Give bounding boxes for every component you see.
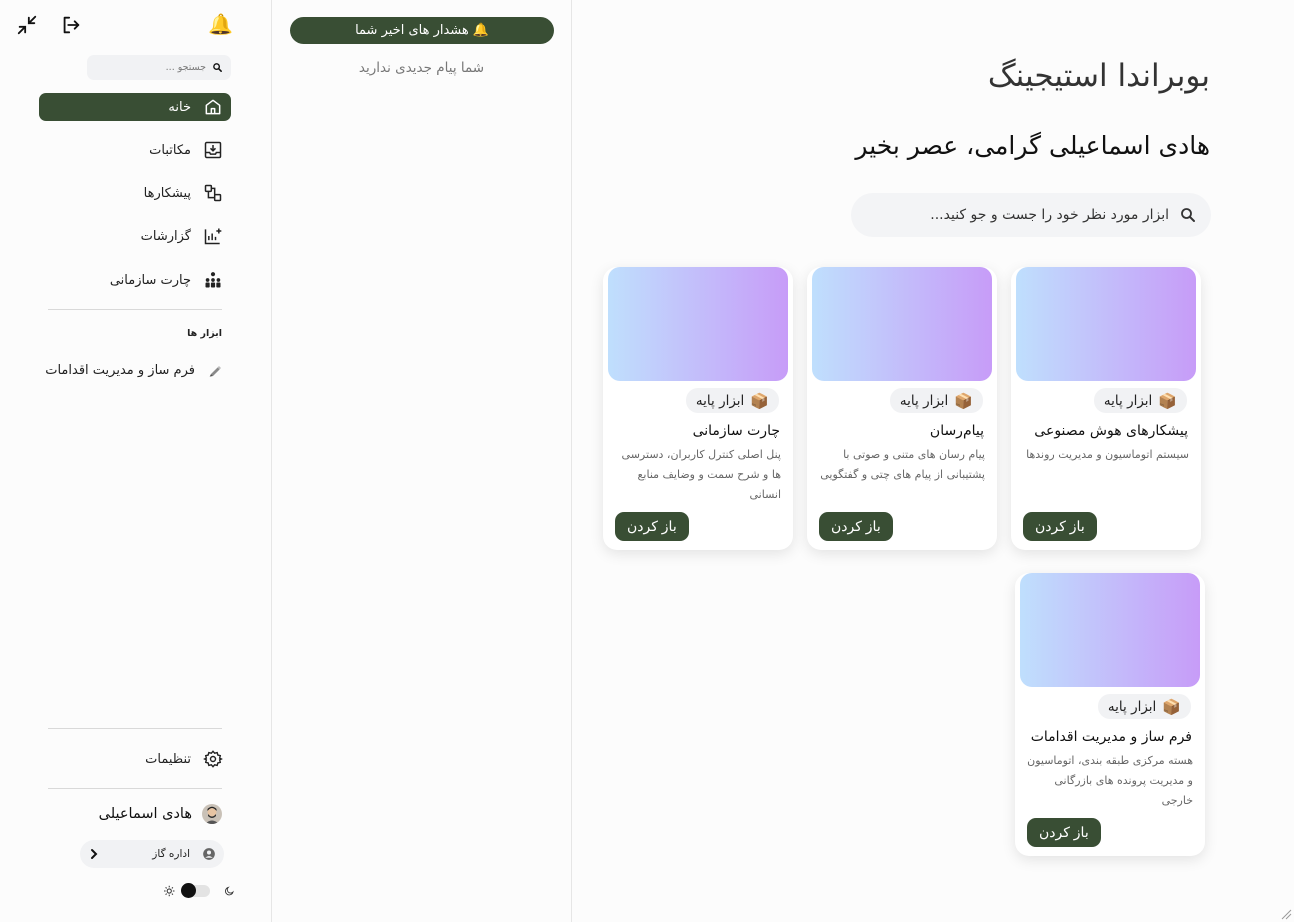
sidebar-item-settings[interactable]: تنظیمات — [39, 745, 231, 773]
badge-label: ابزار پایه — [1107, 698, 1157, 715]
tool-card[interactable]: 📦 ابزار پایه پیشکارهای هوش مصنوعی سیستم ا… — [1011, 267, 1201, 550]
card-thumbnail — [1020, 573, 1200, 687]
card-description: پیام رسان های متنی و صوتی با پشتیبانی از… — [820, 448, 985, 481]
tools-section-label: ابزار ها — [187, 328, 222, 339]
chart-add-icon — [204, 228, 222, 245]
package-icon: 📦 — [1162, 697, 1181, 716]
organization-title: بوبراندا استیجینگ — [987, 58, 1210, 94]
badge-label: ابزار پایه — [899, 392, 949, 409]
sidebar-item-home[interactable]: خانه — [39, 93, 231, 121]
greeting-heading: هادی اسماعیلی گرامی، عصر بخیر — [855, 131, 1210, 160]
sidebar-search-placeholder: جستجو ... — [165, 62, 206, 73]
card-thumbnail — [608, 267, 788, 381]
collapse-icon[interactable] — [16, 14, 38, 36]
sidebar-item-label: تنظیمات — [145, 751, 191, 767]
notifications-panel: 🔔 هشدار های اخیر شما شما پیام جدیدی ندار… — [271, 0, 572, 922]
search-placeholder: ابزار مورد نظر خود را جست و جو کنید... — [930, 207, 1169, 223]
search-icon — [213, 63, 222, 72]
tool-card[interactable]: 📦 ابزار پایه چارت سازمانی پنل اصلی کنترل … — [603, 267, 793, 550]
moon-icon — [225, 886, 235, 896]
sidebar-item-form-builder[interactable]: فرم ساز و مدیریت اقدامات — [39, 356, 231, 384]
logout-icon[interactable] — [60, 14, 82, 36]
sidebar-item-label: پیشکارها — [143, 185, 191, 201]
sidebar-item-label: گزارشات — [140, 228, 191, 244]
package-icon: 📦 — [954, 391, 973, 410]
card-title: پیشکارهای هوش مصنوعی — [1034, 423, 1188, 439]
sidebar-divider — [48, 728, 222, 729]
theme-toggle-row — [163, 882, 235, 900]
card-badge: 📦 ابزار پایه — [1097, 694, 1191, 719]
chevron-right-icon — [91, 849, 98, 859]
card-title: چارت سازمانی — [692, 423, 780, 439]
department-selector[interactable]: اداره گاز — [80, 840, 224, 868]
sidebar-item-agents[interactable]: پیشکارها — [39, 179, 231, 207]
user-circle-icon — [203, 848, 215, 860]
sidebar-search-input[interactable]: جستجو ... — [87, 55, 231, 80]
home-icon — [205, 99, 221, 115]
search-icon — [1181, 208, 1195, 222]
card-badge: 📦 ابزار پایه — [889, 388, 983, 413]
badge-label: ابزار پایه — [695, 392, 745, 409]
resize-grip-icon[interactable] — [1280, 908, 1292, 920]
open-button[interactable]: باز کردن — [1027, 818, 1101, 847]
bell-icon[interactable]: 🔔 — [208, 13, 233, 35]
inbox-icon — [204, 141, 222, 159]
package-icon: 📦 — [1158, 391, 1177, 410]
badge-label: ابزار پایه — [1103, 392, 1153, 409]
sidebar-item-org-chart[interactable]: چارت سازمانی — [39, 266, 231, 294]
sun-icon — [164, 885, 175, 897]
sidebar-divider — [48, 788, 222, 789]
user-profile[interactable]: هادی اسماعیلی — [80, 802, 222, 826]
toggle-knob — [180, 883, 196, 898]
bell-icon: 🔔 — [472, 23, 489, 38]
sidebar-item-label: چارت سازمانی — [109, 272, 191, 288]
user-name-label: هادی اسماعیلی — [98, 806, 192, 822]
notifications-header[interactable]: 🔔 هشدار های اخیر شما — [290, 17, 554, 44]
card-thumbnail — [1016, 267, 1196, 381]
sidebar-item-correspondence[interactable]: مکاتبات — [39, 136, 231, 164]
sidebar-divider — [48, 309, 222, 310]
notifications-title: هشدار های اخیر شما — [355, 23, 469, 38]
pen-icon — [209, 366, 221, 377]
card-badge: 📦 ابزار پایه — [685, 388, 779, 413]
sidebar-item-label: مکاتبات — [149, 142, 191, 158]
main-content: بوبراندا استیجینگ هادی اسماعیلی گرامی، ع… — [572, 0, 1294, 922]
open-button[interactable]: باز کردن — [1023, 512, 1097, 541]
sidebar-item-label: فرم ساز و مدیریت اقدامات — [45, 362, 195, 378]
open-button[interactable]: باز کردن — [615, 512, 689, 541]
card-title: فرم ساز و مدیریت اقدامات — [1030, 729, 1192, 745]
tool-card[interactable]: 📦 ابزار پایه فرم ساز و مدیریت اقدامات هست… — [1015, 573, 1205, 856]
tool-search-input[interactable]: ابزار مورد نظر خود را جست و جو کنید... — [851, 193, 1211, 237]
sidebar-item-reports[interactable]: گزارشات — [39, 222, 231, 250]
sidebar-item-label: خانه — [168, 99, 191, 115]
card-description: سیستم اتوماسیون و مدیریت روندها — [1026, 448, 1189, 461]
notifications-empty-text: شما پیام جدیدی ندارید — [358, 60, 485, 76]
gear-icon — [203, 750, 223, 768]
org-chart-icon — [205, 272, 221, 288]
tool-card[interactable]: 📦 ابزار پایه پیام‌رسان پیام رسان های متنی… — [807, 267, 997, 550]
card-badge: 📦 ابزار پایه — [1093, 388, 1187, 413]
card-description: هسته مرکزی طبقه بندی، اتوماسیون و مدیریت… — [1027, 754, 1193, 807]
theme-toggle[interactable] — [180, 883, 211, 898]
card-title: پیام‌رسان — [929, 423, 984, 439]
department-label: اداره گاز — [152, 848, 190, 860]
sidebar: 🔔 جستجو ... خانه مکاتبات پیشکارها گزارشا… — [0, 0, 271, 922]
workflow-icon — [204, 184, 222, 202]
open-button[interactable]: باز کردن — [819, 512, 893, 541]
package-icon: 📦 — [750, 391, 769, 410]
card-thumbnail — [812, 267, 992, 381]
avatar — [202, 804, 222, 824]
card-description: پنل اصلی کنترل کاربران، دسترسی ها و شرح … — [621, 448, 781, 501]
